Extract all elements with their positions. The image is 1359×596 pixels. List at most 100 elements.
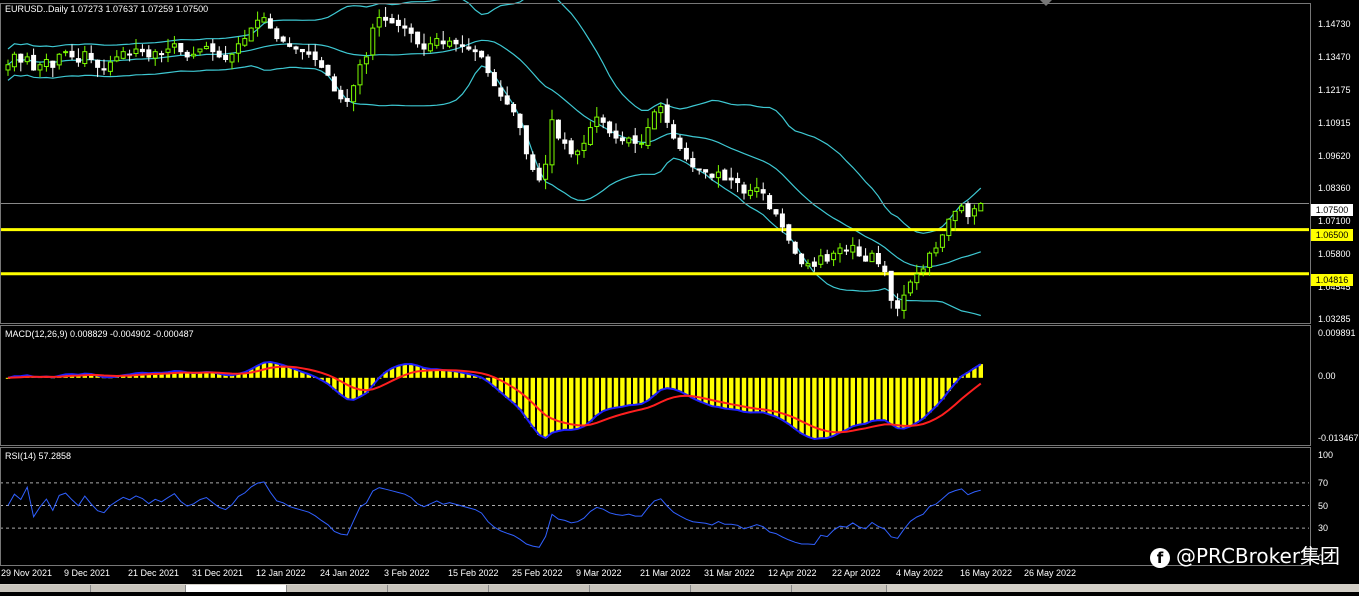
panel-border [0,3,1311,324]
rsi-panel[interactable] [0,481,1309,548]
candle-body [523,125,529,155]
candle-body [856,246,862,257]
candle-body [818,255,824,265]
date-axis-label: 9 Mar 2022 [576,568,622,578]
chart-tab[interactable] [489,585,590,592]
date-axis-label: 3 Feb 2022 [384,568,430,578]
date-axis-label: 24 Jan 2022 [320,568,370,578]
candle-body [511,104,517,113]
chart-tab[interactable] [91,585,186,592]
macd-histogram-bar [543,377,548,439]
rsi-header: RSI(14) 57.2858 [5,451,72,461]
macd-histogram-bar [812,377,817,439]
candle-body [811,261,817,267]
candle-body [754,187,760,192]
candle-body [395,19,401,26]
candle-body [408,27,414,34]
macd-header: MACD(12,26,9) 0.008829 -0.004902 -0.0004… [5,329,194,339]
candle-body [671,124,677,139]
macd-histogram-bar [761,377,766,413]
candle-body [472,49,478,53]
candle-body [664,104,670,123]
chart-tab[interactable] [792,585,887,592]
macd-histogram-bar [505,377,510,398]
candle-body [607,121,613,134]
macd-histogram-bar [889,377,894,425]
candle-body [37,64,43,71]
chart-tab[interactable] [388,585,489,592]
panel-borders [0,0,1311,566]
chart-canvas[interactable] [0,0,1359,592]
candle-body [543,163,549,180]
current-price-badge: 1.07500 [1311,204,1353,216]
macd-histogram-bar [633,377,638,405]
hline-price-badge[interactable]: 1.04816 [1311,274,1353,286]
candle-body [229,53,235,63]
macd-histogram-bar [850,377,855,427]
chart-window[interactable]: EURUSD..Daily 1.07273 1.07637 1.07259 1.… [0,0,1359,592]
candle-body [824,254,830,262]
candle-body [760,189,766,194]
chart-tab[interactable] [287,585,388,592]
candle-body [632,135,638,144]
macd-histogram-bar [652,377,657,396]
candle-body [184,51,190,58]
candle-body [619,137,625,142]
candle-body [677,137,683,150]
chart-tab-active[interactable] [186,585,287,592]
macd-histogram-bar [601,377,606,411]
chart-tab[interactable] [0,585,91,592]
bollinger-lower-band [7,65,981,317]
macd-histogram-bar [268,362,273,378]
macd-histogram-bar [895,377,900,429]
macd-histogram-bar [914,377,919,423]
macd-axis-label: 0.009891 [1318,328,1356,338]
candle-body [434,38,440,46]
candle-body [485,56,491,74]
candle-body [389,18,395,24]
facebook-icon: f [1150,547,1170,568]
macd-histogram-bar [569,377,574,430]
candle-body [248,27,254,42]
candle-body [978,202,984,212]
candle-body [146,49,152,58]
chart-tab[interactable] [691,585,792,592]
hline-price-badge[interactable]: 1.06500 [1311,229,1353,241]
candle-body [312,51,318,61]
candle-body [805,263,811,267]
macd-panel[interactable] [5,360,983,441]
main-price-panel[interactable] [0,0,1309,319]
macd-histogram-bar [901,377,907,429]
macd-histogram-bar [396,365,401,378]
macd-histogram-bar [767,377,772,415]
candle-body [850,244,856,253]
date-axis-label: 25 Feb 2022 [512,568,563,578]
candle-body [43,59,49,68]
candle-body [767,195,773,210]
candle-body [575,150,581,156]
candle-body [658,106,664,114]
candle-body [517,113,523,129]
date-axis-label: 9 Dec 2021 [64,568,111,578]
candle-body [75,58,81,63]
macd-histogram-bar [421,367,427,378]
candle-body [594,116,600,127]
candle-body [306,51,312,55]
chart-tab[interactable] [590,585,691,592]
candle-body [863,255,869,262]
candle-body [875,252,881,265]
price-axis-label: 1.12175 [1318,85,1351,95]
candle-body [107,61,113,72]
price-axis-label: 1.08360 [1318,183,1351,193]
macd-histogram-bar [799,377,804,434]
candle-body [159,53,165,56]
candle-body [792,241,798,254]
candle-body [287,43,293,47]
macd-histogram-bar [594,377,599,416]
candle-body [971,208,977,217]
candle-body [255,19,261,29]
candle-body [178,43,184,53]
candle-body [741,184,747,194]
macd-histogram-bar [927,377,932,413]
candle-body [869,252,875,263]
